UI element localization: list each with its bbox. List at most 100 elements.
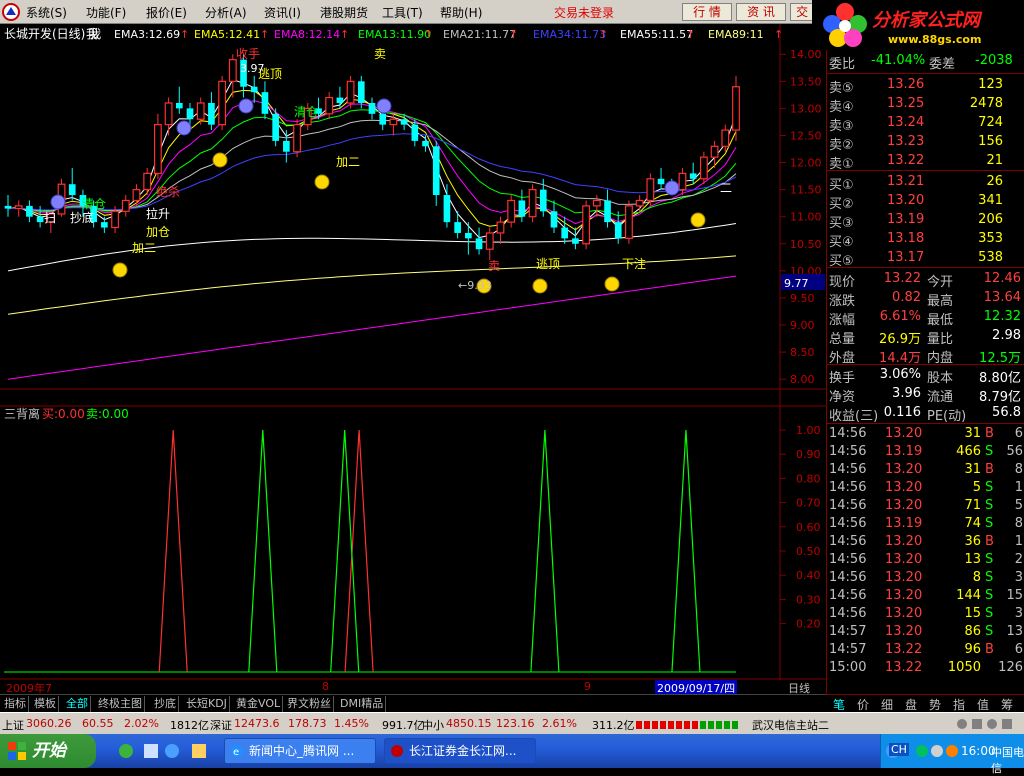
main-chart[interactable]: 14.00 13.50 13.00 12.50 12.00 11.50 11.00 10.50… <box>0 24 826 680</box>
candle-down <box>432 146 440 196</box>
ask-label: 卖⑤ <box>829 81 854 96</box>
news-button[interactable]: 资 讯 <box>736 3 786 21</box>
task-cjsc[interactable]: 长江证券金长江网... <box>384 738 536 764</box>
task-label: 长江证券金长江网... <box>409 744 517 758</box>
price-tick-label: 10.50 <box>790 238 822 251</box>
side-tab[interactable]: 细 <box>876 696 898 713</box>
signal-label: 收手 <box>236 47 260 61</box>
stat-value: 6.61% <box>879 309 921 324</box>
tick-side: S <box>985 444 994 459</box>
price-tick-label: 14.00 <box>790 48 822 61</box>
login-status[interactable]: 交易未登录 <box>554 4 614 21</box>
tick-volume: 31 <box>964 462 981 477</box>
quick-launch-icons[interactable] <box>118 743 214 759</box>
tick-volume: 86 <box>964 624 981 639</box>
tick-row: 14:56 13.20 31 B 6 <box>827 426 1024 444</box>
menu-analysis[interactable]: 分析(A) <box>205 4 247 21</box>
tick-time: 15:00 <box>829 660 867 675</box>
bid-price: 13.21 <box>887 174 925 189</box>
tab-golden-vol[interactable]: 黄金VOL <box>234 696 284 712</box>
stat-label: 总量 <box>829 332 856 347</box>
signal-label: 二 <box>720 181 732 195</box>
indicator-buy-value: 卖:0.00 <box>86 407 129 421</box>
tick-row: 14:56 13.20 15 S 3 <box>827 606 1024 624</box>
zx-amount: 311.2亿 <box>592 719 635 732</box>
tick-side: S <box>985 570 994 585</box>
tray-icons[interactable] <box>915 743 959 759</box>
sad-face-icon <box>238 98 254 114</box>
tick-count: 56 <box>1006 444 1023 459</box>
tick-volume: 13 <box>964 552 981 567</box>
start-label: 开始 <box>32 741 66 761</box>
menu-news[interactable]: 资讯(I) <box>264 4 301 21</box>
tab-long-short-kdj[interactable]: 长短KDJ <box>184 696 230 712</box>
side-tab[interactable]: 筹 <box>996 696 1018 713</box>
candle-up <box>625 205 633 239</box>
tab-template[interactable]: 模板 <box>32 696 59 712</box>
tick-price: 13.19 <box>885 516 923 531</box>
candle-down <box>186 108 194 120</box>
indicator-tick-label: 0.80 <box>796 472 821 485</box>
tick-volume: 96 <box>964 642 981 657</box>
quote-button[interactable]: 行 情 <box>682 3 732 21</box>
ask-volume: 724 <box>978 115 1003 130</box>
ask-row: 卖④ 13.25 2478 <box>827 96 1024 115</box>
tick-count: 3 <box>1014 606 1023 621</box>
order-diff-value: -2038 <box>975 53 1013 68</box>
side-tab[interactable]: 笔 <box>828 696 850 713</box>
signal-label: 加仓 <box>146 225 170 239</box>
tick-count: 1 <box>1014 480 1023 495</box>
stat-value: 3.06% <box>879 367 921 382</box>
stat-label: 最高 <box>927 294 954 309</box>
price-tick-label: 9.50 <box>790 292 815 305</box>
candle-up <box>228 59 237 82</box>
side-tab[interactable]: 盘 <box>900 696 922 713</box>
menu-help[interactable]: 帮助(H) <box>440 4 482 21</box>
tick-price: 13.20 <box>885 570 923 585</box>
tab-dmi[interactable]: DMI精品 <box>338 696 387 712</box>
candle-up <box>721 129 730 147</box>
menu-quote[interactable]: 报价(E) <box>146 4 187 21</box>
sh-amount: 1812亿 <box>170 719 209 732</box>
tick-row: 14:56 13.20 144 S 15 <box>827 588 1024 606</box>
ema-up-arrow: ↑ <box>424 28 433 41</box>
start-button[interactable]: 开始 <box>0 734 96 768</box>
tab-ultimate-main[interactable]: 终极主图 <box>96 696 145 712</box>
menu-hk-futures[interactable]: 港股期货 <box>320 4 368 21</box>
tick-row: 14:56 13.20 8 S 3 <box>827 570 1024 588</box>
candle-up <box>732 86 740 131</box>
tick-side: S <box>985 552 994 567</box>
side-tab[interactable]: 值 <box>972 696 994 713</box>
zx-percent: 2.61% <box>542 717 577 730</box>
menu-tools[interactable]: 工具(T) <box>382 4 423 21</box>
tab-all[interactable]: 全部 <box>64 696 91 712</box>
candle-up <box>143 172 152 191</box>
indicator-tabs: 指标 模板 全部 终极主图 抄底 长短KDJ 黄金VOL 界文粉丝 DMI精品 <box>0 694 826 712</box>
menu-function[interactable]: 功能(F) <box>86 4 126 21</box>
stat-label: PE(动) <box>927 409 967 424</box>
tab-bottom-fishing[interactable]: 抄底 <box>152 696 179 712</box>
tick-count: 8 <box>1014 462 1023 477</box>
sz-index: 12473.6 <box>234 717 280 730</box>
candle-up <box>121 199 130 212</box>
x-label-sep: 9 <box>584 680 591 693</box>
ema-label: EMA13:11.90 <box>358 28 431 41</box>
smiley-icon <box>212 152 228 168</box>
menu-system[interactable]: 系统(S) <box>26 4 67 21</box>
tick-count: 126 <box>998 660 1023 675</box>
language-indicator[interactable]: CH <box>889 743 909 756</box>
side-tab[interactable]: 势 <box>924 696 946 713</box>
tab-indicator[interactable]: 指标 <box>2 696 29 712</box>
tick-time: 14:56 <box>829 516 867 531</box>
ask-volume: 2478 <box>969 96 1003 111</box>
tick-volume: 466 <box>956 444 981 459</box>
task-qq-news[interactable]: e 新闻中心_腾讯网 ... <box>224 738 376 764</box>
side-tab[interactable]: 指 <box>948 696 970 713</box>
price-tick-label: 12.00 <box>790 157 822 170</box>
side-tab[interactable]: 价 <box>852 696 874 713</box>
candle-down <box>604 200 611 223</box>
candle-down <box>261 92 269 114</box>
tick-row: 14:56 13.19 74 S 8 <box>827 516 1024 534</box>
bid-label: 买① <box>829 178 854 193</box>
tab-fans[interactable]: 界文粉丝 <box>285 696 334 712</box>
